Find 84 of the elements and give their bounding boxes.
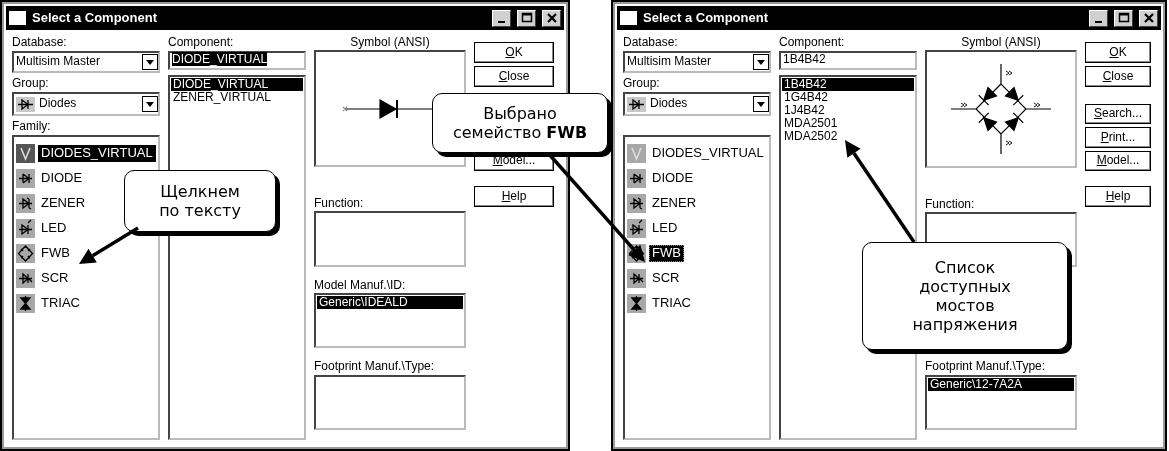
- dialog-button[interactable]: Print...: [1085, 127, 1151, 148]
- family-item[interactable]: FWB: [38, 245, 73, 262]
- family-item[interactable]: SCR: [649, 270, 683, 287]
- field-label: Symbol (ANSI): [960, 36, 1042, 51]
- window-icon: [620, 11, 637, 25]
- minimize-button[interactable]: [492, 9, 511, 27]
- family-item[interactable]: DIODE: [38, 170, 86, 187]
- field-label: Function:: [925, 197, 976, 212]
- minimize-button[interactable]: [1089, 9, 1108, 27]
- close-button[interactable]: [542, 9, 561, 27]
- list-item[interactable]: MDA2502: [782, 130, 914, 143]
- family-item[interactable]: LED: [649, 220, 681, 237]
- field-label: Database:: [12, 36, 68, 51]
- family-item[interactable]: DIODE: [649, 170, 697, 187]
- family-item[interactable]: DIODES_VIRTUAL: [649, 145, 767, 162]
- field-label: Family:: [12, 120, 52, 135]
- close-icon: [545, 12, 558, 24]
- family-item[interactable]: ZENER: [649, 195, 700, 212]
- arrow: [79, 226, 139, 264]
- field-label: Footprint Manuf.\Type:: [314, 360, 436, 375]
- list-item[interactable]: 1G4B42: [782, 91, 914, 104]
- family-item[interactable]: ZENER: [38, 195, 89, 212]
- window-icon: [9, 11, 26, 25]
- close-button[interactable]: [1139, 9, 1158, 27]
- family-item[interactable]: SCR: [38, 270, 72, 287]
- dialog-button[interactable]: Help: [474, 186, 554, 207]
- triac-icon: [16, 294, 35, 313]
- group-dropdown[interactable]: Diodes: [12, 92, 160, 116]
- family-item[interactable]: FWB: [649, 245, 684, 262]
- list-item[interactable]: 1J4B42: [782, 104, 914, 117]
- field-label: Function:: [314, 197, 365, 212]
- family-item[interactable]: LED: [38, 220, 70, 237]
- group-dropdown[interactable]: Diodes: [623, 92, 771, 116]
- family-item[interactable]: TRIAC: [649, 295, 694, 312]
- thyristor-icon: [627, 269, 646, 288]
- field-label: Group:: [623, 77, 661, 92]
- v-icon: [627, 144, 646, 163]
- field-label: Symbol (ANSI): [349, 36, 431, 51]
- diode-icon: [627, 96, 646, 112]
- diode-icon: [16, 169, 35, 188]
- maximize-button[interactable]: [517, 9, 536, 27]
- led-icon: [16, 219, 35, 238]
- bridge-rectifier-icon: [16, 244, 35, 263]
- list-item[interactable]: Generic\IDEALD: [317, 296, 463, 310]
- field-label: Component:: [168, 36, 235, 51]
- triac-icon: [627, 294, 646, 313]
- window-title: Select a Component: [32, 10, 158, 26]
- list-item[interactable]: MDA2501: [782, 117, 914, 130]
- minimize-icon: [1095, 21, 1102, 23]
- zener-diode-icon: [16, 194, 35, 213]
- diode-icon: [627, 169, 646, 188]
- window-title: Select a Component: [643, 10, 769, 26]
- component-field[interactable]: DIODE_VIRTUAL: [168, 51, 306, 70]
- dialog-button[interactable]: Help: [1085, 186, 1151, 207]
- database-dropdown[interactable]: Multisim Master: [12, 51, 160, 73]
- list-item[interactable]: DIODE_VIRTUAL: [171, 78, 303, 91]
- zener-diode-icon: [627, 194, 646, 213]
- database-dropdown[interactable]: Multisim Master: [623, 51, 771, 73]
- field-label: Component:: [779, 36, 846, 51]
- v-icon: [16, 144, 35, 163]
- component-field[interactable]: 1B4B42: [779, 51, 917, 70]
- close-icon: [1142, 12, 1155, 24]
- thyristor-icon: [16, 269, 35, 288]
- led-icon: [627, 219, 646, 238]
- list-item[interactable]: 1B4B42: [782, 78, 914, 91]
- diode-icon: [16, 96, 35, 112]
- family-item[interactable]: DIODES_VIRTUAL: [38, 145, 156, 162]
- dialog-button[interactable]: OK: [1085, 42, 1151, 63]
- maximize-button[interactable]: [1114, 9, 1133, 27]
- dialog-button[interactable]: Model...: [1085, 150, 1151, 171]
- field-label: Group:: [12, 77, 50, 92]
- dialog-button[interactable]: Close: [1085, 66, 1151, 87]
- dialog-button[interactable]: OK: [474, 42, 554, 63]
- dialog-button[interactable]: Close: [474, 66, 554, 87]
- minimize-icon: [498, 21, 505, 23]
- maximize-icon: [1117, 12, 1130, 24]
- field-label: Database:: [623, 36, 679, 51]
- maximize-icon: [520, 12, 533, 24]
- list-item[interactable]: ZENER_VIRTUAL: [171, 91, 303, 104]
- dialog-button[interactable]: Search...: [1085, 104, 1151, 125]
- field-label: Model Manuf.\ID:: [314, 278, 407, 294]
- list-item[interactable]: Generic\12-7A2A: [928, 377, 1074, 391]
- family-item[interactable]: TRIAC: [38, 295, 83, 312]
- field-label: Footprint Manuf.\Type:: [925, 360, 1047, 375]
